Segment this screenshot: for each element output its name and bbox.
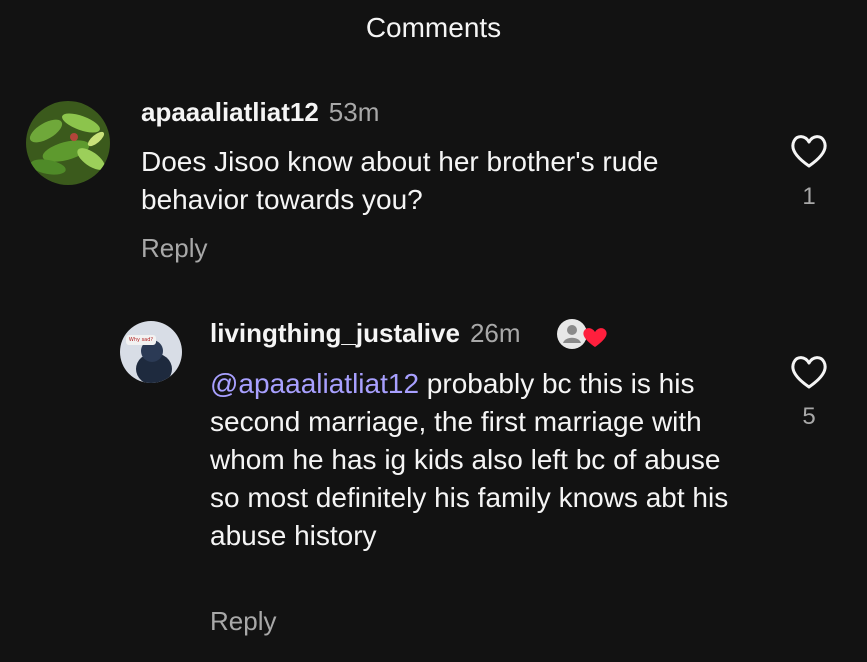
reply-button[interactable]: Reply bbox=[141, 233, 207, 264]
comment-username[interactable]: apaaaliatliat12 53m bbox=[141, 97, 379, 128]
like-count: 5 bbox=[802, 403, 816, 430]
comment-text: @apaaaliatliat12 probably bc this is his… bbox=[210, 365, 730, 555]
avatar-illustration-image bbox=[120, 321, 182, 383]
avatar[interactable] bbox=[26, 101, 110, 185]
comment-text: Does Jisoo know about her brother's rude… bbox=[141, 146, 659, 215]
heart-outline-icon[interactable] bbox=[789, 354, 829, 395]
avatar-caption: Why sad? bbox=[128, 337, 154, 343]
avatar[interactable]: Why sad? bbox=[120, 321, 182, 383]
comment-timestamp: 53m bbox=[328, 97, 380, 127]
like-count: 1 bbox=[802, 183, 816, 210]
page-title: Comments bbox=[365, 12, 502, 43]
heart-outline-icon[interactable] bbox=[789, 133, 829, 174]
person-heart-icon bbox=[555, 317, 611, 356]
username-text[interactable]: livingthing_justalive bbox=[210, 318, 460, 348]
comment-username[interactable]: livingthing_justalive 26m bbox=[210, 318, 521, 349]
reply-button[interactable]: Reply bbox=[210, 606, 276, 637]
username-text[interactable]: apaaaliatliat12 bbox=[141, 97, 319, 127]
avatar-plant-image bbox=[26, 101, 110, 185]
mention-link[interactable]: @apaaaliatliat12 bbox=[210, 368, 419, 399]
comment-timestamp: 26m bbox=[469, 318, 521, 348]
